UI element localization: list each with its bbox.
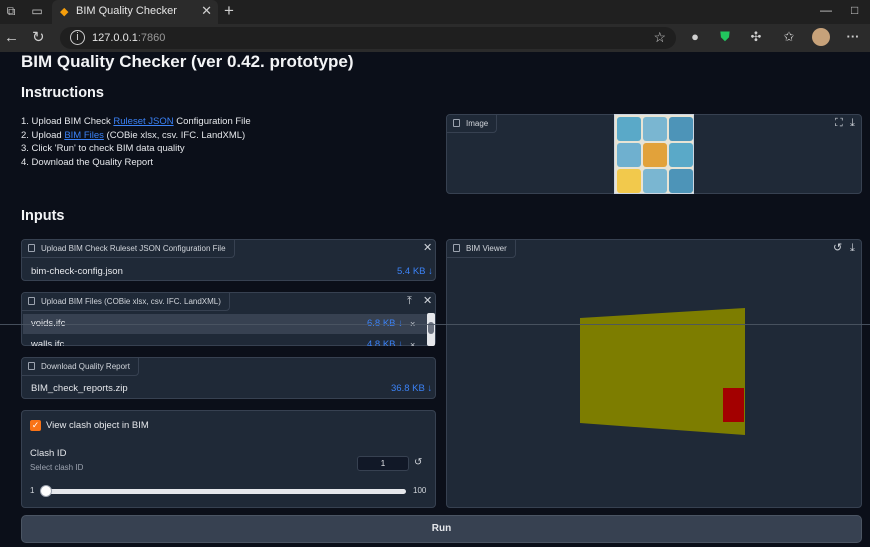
tab-title: BIM Quality Checker: [76, 5, 177, 17]
favorites-icon[interactable]: ✩: [781, 29, 797, 45]
file-icon: [28, 297, 35, 305]
fullscreen-icon[interactable]: ⛶: [835, 117, 843, 129]
bim-viewer-panel[interactable]: BIM Viewer ↺ ⤓: [446, 239, 862, 508]
file-icon: [28, 244, 35, 252]
clash-id-input[interactable]: 1: [357, 456, 409, 471]
clear-bim-files-icon[interactable]: ✕: [423, 295, 432, 307]
address-bar: ← ↻ i 127.0.0.1:7860 ☆ ● ⛊ ✣ ✩ ···: [0, 24, 870, 52]
site-info-icon[interactable]: i: [70, 30, 85, 45]
report-download-panel: Download Quality Report BIM_check_report…: [21, 357, 436, 399]
maximize-icon[interactable]: □: [851, 3, 858, 17]
url-field[interactable]: i 127.0.0.1:7860 ☆: [60, 27, 676, 49]
bim-files-link[interactable]: BIM Files: [64, 130, 104, 141]
extension-shield-icon[interactable]: ⛊: [717, 29, 733, 45]
refresh-icon[interactable]: ↻: [32, 30, 45, 46]
file-list-scrollbar[interactable]: [427, 313, 435, 346]
download-icon[interactable]: ⤓: [850, 117, 855, 129]
instructions-list: 1. Upload BIM Check Ruleset JSON Configu…: [21, 115, 251, 169]
upload-icon[interactable]: ⤒: [407, 295, 412, 307]
url-text: 127.0.0.1:7860: [92, 32, 166, 44]
minimize-icon[interactable]: —: [820, 3, 832, 17]
horizontal-divider: [0, 324, 870, 325]
wall-object: [580, 308, 745, 435]
bim-files-upload-panel[interactable]: Upload BIM Files (COBie xlsx, csv. IFC. …: [21, 292, 436, 346]
extensions-puzzle-icon[interactable]: ✣: [748, 29, 764, 45]
instructions-heading: Instructions: [21, 85, 104, 101]
instruction-step-3: 3. Click 'Run' to check BIM data quality: [21, 143, 185, 155]
file-icon: [28, 362, 35, 370]
clash-object: [723, 388, 744, 422]
bim-3d-canvas[interactable]: [447, 240, 863, 509]
new-tab-button[interactable]: +: [224, 2, 234, 20]
report-download-label: Download Quality Report: [22, 358, 139, 376]
report-file-size[interactable]: 36.8 KB ↓: [391, 379, 432, 399]
clear-ruleset-icon[interactable]: ✕: [423, 242, 432, 254]
bim-files-list: voids.ifc 6.8 KB ↓ × walls.ifc 4.8 KB ↓ …: [23, 313, 427, 346]
report-file-name: BIM_check_reports.zip: [31, 383, 128, 394]
browser-titlebar: ⧉ ▭ ◆ BIM Quality Checker ✕ + — □: [0, 0, 870, 24]
bim-illustration-image: [614, 114, 694, 194]
workspaces-icon[interactable]: ⧉: [4, 4, 18, 18]
tab-actions-icon[interactable]: ▭: [30, 4, 44, 18]
ruleset-upload-label: Upload BIM Check Ruleset JSON Configurat…: [22, 240, 235, 258]
ruleset-json-link[interactable]: Ruleset JSON: [113, 116, 173, 127]
report-file-row: BIM_check_reports.zip 36.8 KB ↓: [23, 379, 436, 399]
tab-close-icon[interactable]: ✕: [201, 4, 212, 18]
bim-files-upload-label: Upload BIM Files (COBie xlsx, csv. IFC. …: [22, 293, 230, 311]
clash-id-label: Clash ID: [30, 448, 67, 459]
favorite-star-icon[interactable]: ☆: [653, 29, 666, 46]
slider-max-label: 100: [413, 486, 427, 495]
view-clash-label: View clash object in BIM: [46, 420, 149, 431]
view-clash-checkbox[interactable]: ✓: [30, 420, 41, 431]
reset-clash-id-icon[interactable]: ↺: [414, 457, 422, 468]
instruction-step-1: 1. Upload BIM Check Ruleset JSON Configu…: [21, 116, 251, 127]
ruleset-file-name: bim-check-config.json: [31, 266, 123, 277]
page-title: BIM Quality Checker (ver 0.42. prototype…: [21, 52, 354, 71]
ruleset-file-size[interactable]: 5.4 KB ↓: [397, 262, 433, 282]
clash-id-slider-track[interactable]: [44, 489, 406, 494]
ruleset-upload-panel[interactable]: Upload BIM Check Ruleset JSON Configurat…: [21, 239, 436, 281]
inputs-heading: Inputs: [21, 208, 65, 224]
list-item: walls.ifc 4.8 KB ↓ ×: [23, 335, 427, 346]
instruction-step-2: 2. Upload BIM Files (COBie xlsx, csv. IF…: [21, 129, 246, 141]
remove-file-icon[interactable]: ×: [410, 335, 415, 346]
gradio-favicon-icon: ◆: [60, 6, 69, 18]
image-panel-label: Image: [447, 115, 498, 133]
clash-id-slider-thumb[interactable]: [40, 485, 52, 497]
extension-globe-icon[interactable]: ●: [687, 29, 703, 45]
browser-menu-icon[interactable]: ···: [845, 29, 861, 45]
back-icon[interactable]: ←: [4, 30, 19, 46]
slider-min-label: 1: [30, 486, 35, 495]
browser-tab[interactable]: ◆ BIM Quality Checker ✕: [52, 0, 218, 24]
profile-avatar[interactable]: [812, 28, 830, 46]
ruleset-file-row: bim-check-config.json 5.4 KB ↓: [23, 262, 436, 282]
instruction-step-4: 4. Download the Quality Report: [21, 156, 154, 168]
image-icon: [453, 119, 460, 127]
app-content: BIM Quality Checker (ver 0.42. prototype…: [0, 52, 870, 547]
run-button[interactable]: Run: [21, 515, 862, 543]
clash-id-sublabel: Select clash ID: [30, 463, 84, 472]
